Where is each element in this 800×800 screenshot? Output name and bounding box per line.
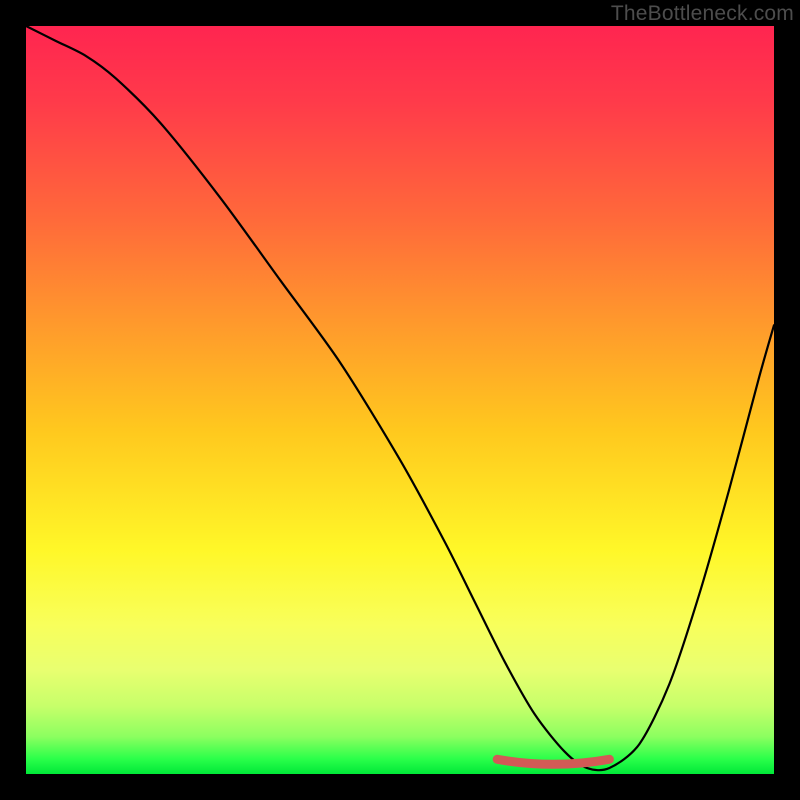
curve-layer bbox=[26, 26, 774, 774]
bottleneck-curve-path bbox=[26, 26, 774, 770]
chart-frame bbox=[26, 26, 774, 774]
watermark-text: TheBottleneck.com bbox=[611, 2, 794, 26]
trough-marker bbox=[497, 759, 609, 764]
